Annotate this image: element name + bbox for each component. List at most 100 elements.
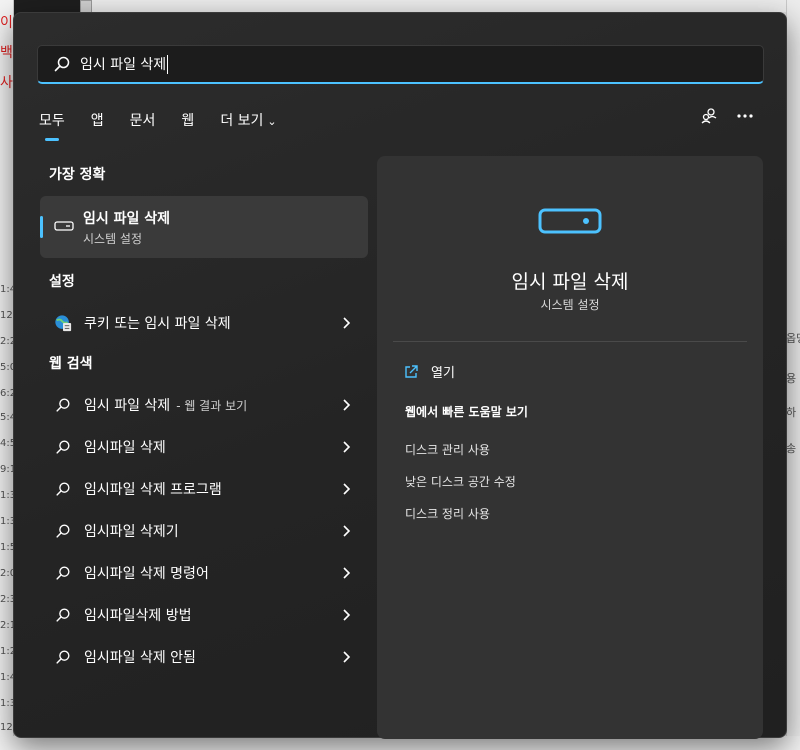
search-icon [54, 438, 72, 456]
chevron-right-icon [343, 609, 351, 621]
background-time: 1:3 [0, 698, 14, 709]
web-help-heading: 웹에서 빠른 도움말 보기 [405, 405, 528, 419]
help-link[interactable]: 낮은 디스크 공간 수정 [405, 473, 516, 490]
open-action[interactable]: 열기 [403, 362, 455, 381]
background-time: 1:3 [0, 516, 14, 527]
internet-options-icon [54, 314, 72, 332]
web-result-item[interactable]: 임시파일 삭제 안됨 [40, 637, 368, 677]
background-time: 1:4 [0, 672, 14, 683]
background-top-bar [0, 0, 800, 12]
background-time: 5:4 [0, 412, 14, 423]
chevron-right-icon [343, 483, 351, 495]
web-result-item[interactable]: 임시파일 삭제 [40, 427, 368, 467]
background-red-text: 백 [0, 45, 13, 61]
tab-more[interactable]: 더 보기 ⌄ [218, 106, 278, 134]
storage-drive-icon [538, 208, 602, 234]
search-icon [54, 606, 72, 624]
preview-title: 임시 파일 삭제 [511, 271, 629, 293]
tab-label: 더 보기 [220, 113, 264, 129]
best-match-title: 임시 파일 삭제 [83, 211, 171, 227]
background-right-text: 하 송 [786, 406, 800, 419]
result-label: 임시 파일 삭제 [84, 398, 171, 414]
background-time: 2:3 [0, 594, 14, 605]
result-label: 임시파일삭제 방법 [84, 608, 192, 624]
background-time: 1:2 [0, 646, 14, 657]
chevron-right-icon [343, 651, 351, 663]
best-match-subtitle: 시스템 설정 [83, 232, 143, 246]
background-time: 2:1 [0, 620, 14, 631]
background-time: 9:1 [0, 464, 14, 475]
filter-tabs: 모두 앱 문서 웹 더 보기 ⌄ [37, 105, 301, 141]
selection-indicator [40, 216, 43, 238]
tab-label: 모두 [39, 113, 65, 129]
web-result-item[interactable]: 임시파일삭제 방법 [40, 595, 368, 635]
result-label: 쿠키 또는 임시 파일 삭제 [84, 316, 231, 332]
result-label: 임시파일 삭제 명령어 [84, 566, 209, 582]
tab-label: 문서 [129, 113, 156, 129]
background-time: 6:2 [0, 388, 14, 399]
web-result-item[interactable]: 임시파일 삭제기 [40, 511, 368, 551]
background-time: 2:2 [0, 336, 14, 347]
divider [393, 341, 747, 342]
tab-documents[interactable]: 문서 [128, 106, 158, 134]
web-result-item[interactable]: 임시파일 삭제 명령어 [40, 553, 368, 593]
result-label: 임시파일 삭제 안됨 [84, 650, 196, 666]
background-right-text: 옵명 [786, 332, 800, 345]
preview-subtitle: 시스템 설정 [540, 298, 600, 312]
storage-drive-icon [54, 221, 74, 231]
settings-result-item[interactable]: 쿠키 또는 임시 파일 삭제 [40, 303, 368, 343]
background-time: 1:4 [0, 284, 14, 295]
help-link[interactable]: 디스크 정리 사용 [405, 505, 490, 522]
tab-web[interactable]: 웹 [179, 106, 196, 134]
chevron-right-icon [343, 525, 351, 537]
background-left-strip: 이모 백 사이 1:4 12 2:2 5:0 6:2 5:4 4:5 9:1 1… [0, 0, 14, 750]
settings-heading: 설정 [49, 274, 75, 290]
background-time: 2:0 [0, 568, 14, 579]
background-time: 5:0 [0, 362, 14, 373]
more-options-icon[interactable] [734, 105, 756, 127]
account-switch-icon[interactable] [698, 105, 720, 127]
background-time: 12 [0, 722, 13, 733]
background-time: 1:3 [0, 490, 14, 501]
background-time: 12 [0, 310, 13, 321]
search-icon [54, 564, 72, 582]
background-right-text: 용 [786, 372, 797, 385]
tab-apps[interactable]: 앱 [89, 106, 106, 134]
background-red-text: 사이 [0, 75, 14, 91]
background-red-text: 이모 [0, 15, 14, 31]
chevron-right-icon [343, 399, 351, 411]
best-match-heading: 가장 정확 [49, 167, 106, 183]
search-icon [54, 522, 72, 540]
best-match-result[interactable]: 임시 파일 삭제 시스템 설정 [40, 196, 368, 258]
background-right-text: 송 [786, 442, 797, 455]
search-icon [54, 480, 72, 498]
help-link[interactable]: 디스크 관리 사용 [405, 441, 490, 458]
chevron-right-icon [343, 317, 351, 329]
text-caret [167, 54, 169, 74]
chevron-right-icon [343, 567, 351, 579]
chevron-down-icon: ⌄ [267, 115, 277, 128]
background-time: 4:5 [0, 438, 14, 449]
toolbar-icons [684, 105, 756, 127]
background-time: 1:5 [0, 542, 14, 553]
search-panel: 임시 파일 삭제 모두 앱 문서 웹 더 보기 ⌄ 가장 정확 임시 파일 삭제… [13, 12, 787, 739]
tab-label: 웹 [181, 113, 195, 129]
search-query-text: 임시 파일 삭제 [80, 57, 167, 73]
search-icon [54, 56, 70, 72]
web-search-heading: 웹 검색 [49, 356, 93, 372]
search-input[interactable]: 임시 파일 삭제 [37, 45, 764, 84]
search-icon [54, 648, 72, 666]
web-result-item[interactable]: 임시 파일 삭제 - 웹 결과 보기 [40, 385, 368, 425]
chevron-right-icon [343, 441, 351, 453]
result-label: 임시파일 삭제 프로그램 [84, 482, 222, 498]
result-label: 임시파일 삭제 [84, 440, 166, 456]
background-right-strip: 옵명 용 하 송 송 [786, 0, 800, 750]
search-icon [54, 396, 72, 414]
tab-all[interactable]: 모두 [37, 106, 67, 141]
result-label: 임시파일 삭제기 [84, 524, 179, 540]
web-result-item[interactable]: 임시파일 삭제 프로그램 [40, 469, 368, 509]
tab-label: 앱 [90, 113, 104, 129]
open-label: 열기 [431, 366, 455, 381]
result-suffix: - 웹 결과 보기 [176, 398, 248, 413]
preview-pane: 임시 파일 삭제 시스템 설정 열기 웹에서 빠른 도움말 보기 디스크 관리 … [377, 156, 763, 739]
